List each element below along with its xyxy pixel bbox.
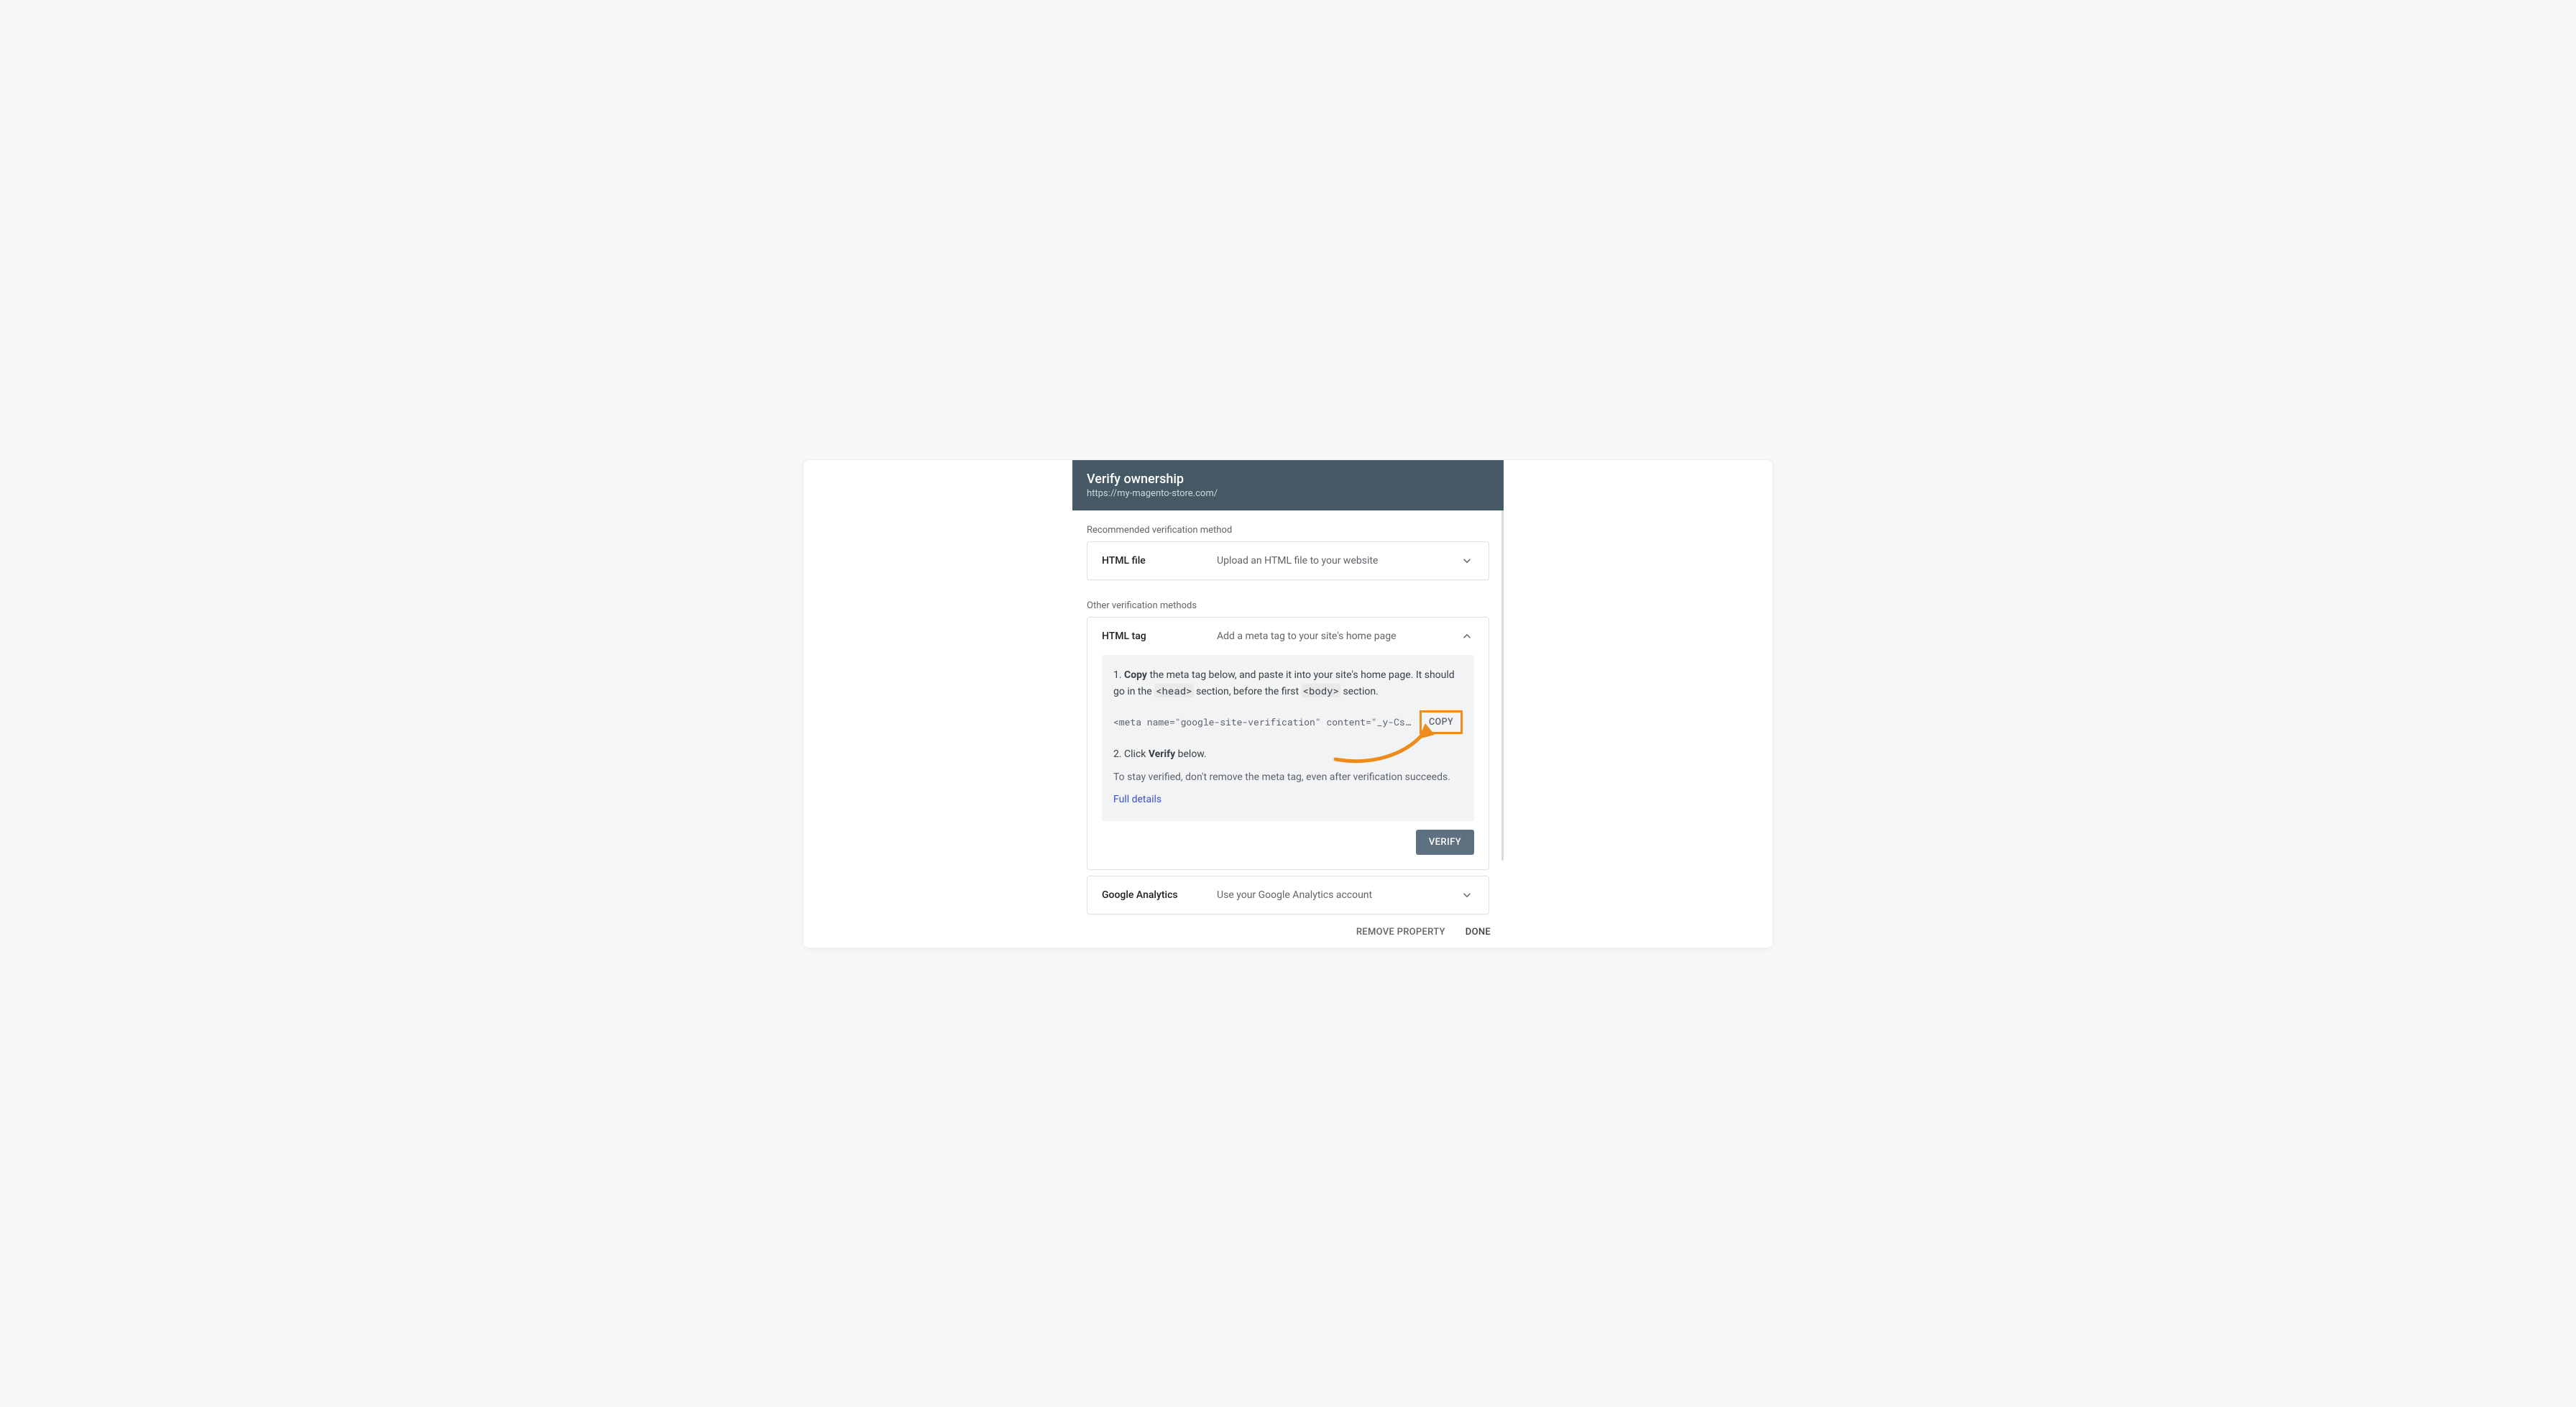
method-google-analytics[interactable]: Google Analytics Use your Google Analyti… [1087, 876, 1489, 915]
method-html-tag-header[interactable]: HTML tag Add a meta tag to your site's h… [1087, 618, 1489, 655]
verify-dialog-card: Verify ownership https://my-magento-stor… [803, 459, 1773, 948]
copy-button[interactable]: COPY [1420, 710, 1463, 734]
meta-tag-value: <meta name="google-site-verification" co… [1113, 715, 1414, 729]
method-html-tag-body: 1. Copy the meta tag below, and paste it… [1087, 655, 1489, 869]
recommended-label: Recommended verification method [1072, 510, 1504, 541]
verify-button[interactable]: VERIFY [1416, 830, 1474, 855]
verification-tip: To stay verified, don't remove the meta … [1113, 770, 1463, 786]
method-html-tag-name: HTML tag [1102, 631, 1217, 642]
remove-property-button[interactable]: REMOVE PROPERTY [1356, 927, 1445, 938]
chevron-down-icon [1460, 554, 1474, 568]
dialog-subtitle: https://my-magento-store.com/ [1087, 488, 1489, 499]
method-html-file-desc: Upload an HTML file to your website [1217, 555, 1460, 567]
meta-tag-row: <meta name="google-site-verification" co… [1113, 710, 1463, 734]
dialog-header: Verify ownership https://my-magento-stor… [1072, 460, 1504, 510]
done-button[interactable]: DONE [1466, 927, 1491, 938]
full-details-link[interactable]: Full details [1113, 794, 1162, 805]
step1-text: 1. Copy the meta tag below, and paste it… [1113, 668, 1463, 700]
method-html-file-name: HTML file [1102, 555, 1217, 567]
other-methods-label: Other verification methods [1072, 586, 1504, 617]
method-html-file[interactable]: HTML file Upload an HTML file to your we… [1087, 541, 1489, 580]
method-html-tag: HTML tag Add a meta tag to your site's h… [1087, 617, 1489, 870]
instruction-box: 1. Copy the meta tag below, and paste it… [1102, 655, 1474, 821]
step2-text: 2. Click Verify below. [1113, 747, 1463, 763]
method-html-tag-desc: Add a meta tag to your site's home page [1217, 631, 1460, 642]
method-ga-desc: Use your Google Analytics account [1217, 889, 1460, 901]
method-ga-name: Google Analytics [1102, 889, 1217, 901]
chevron-up-icon [1460, 629, 1474, 643]
dialog-title: Verify ownership [1087, 472, 1489, 487]
verify-dialog: Verify ownership https://my-magento-stor… [1072, 460, 1504, 916]
dialog-footer: REMOVE PROPERTY DONE [1072, 916, 1504, 948]
chevron-down-icon [1460, 888, 1474, 902]
